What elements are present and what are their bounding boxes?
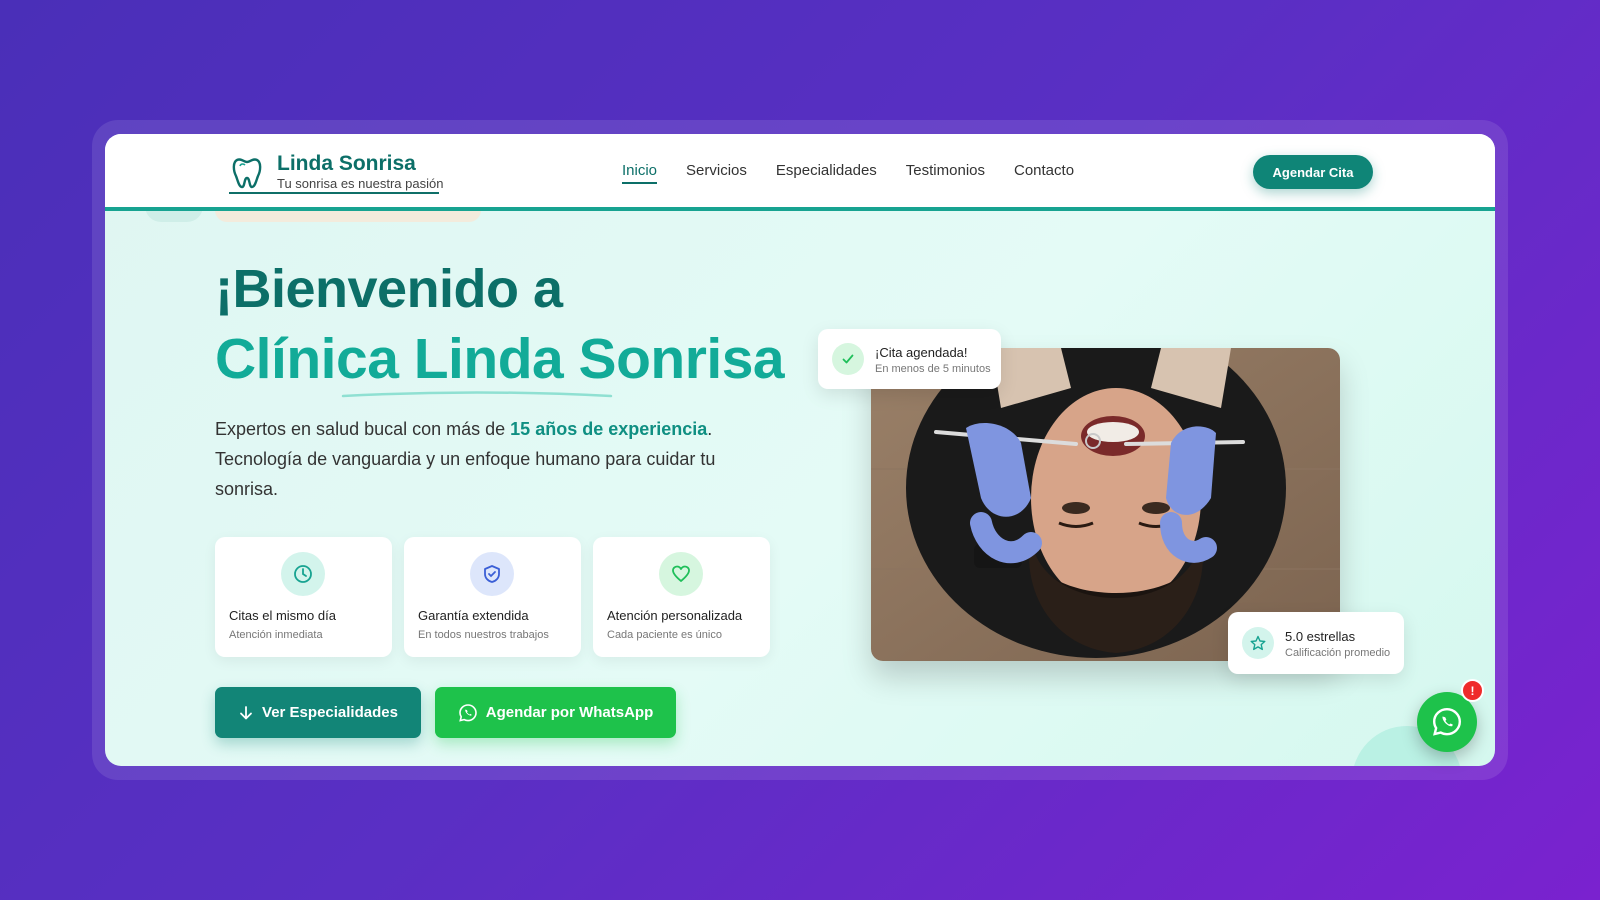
feature-subtitle: Cada paciente es único bbox=[607, 629, 722, 641]
ver-especialidades-button[interactable]: Ver Especialidades bbox=[215, 687, 421, 738]
feature-title: Atención personalizada bbox=[607, 608, 743, 623]
toast-title: ¡Cita agendada! bbox=[875, 345, 968, 360]
nav-item-inicio[interactable]: Inicio bbox=[622, 162, 658, 184]
rating-subtitle: Calificación promedio bbox=[1285, 647, 1391, 659]
nav-item-contacto[interactable]: Contacto bbox=[1014, 162, 1074, 184]
appointment-toast: ¡Cita agendada! En menos de 5 minutos bbox=[818, 329, 1001, 389]
hero-description: Expertos en salud bucal con más de 15 añ… bbox=[215, 414, 735, 504]
feature-subtitle: Atención inmediata bbox=[229, 629, 323, 641]
check-icon bbox=[832, 343, 864, 375]
toast-subtitle: En menos de 5 minutos bbox=[875, 363, 991, 375]
browser-viewport: Linda Sonrisa Tu sonrisa es nuestra pasi… bbox=[105, 134, 1495, 766]
arrow-down-icon bbox=[240, 705, 252, 719]
shield-check-icon bbox=[470, 552, 514, 596]
desc-highlight: 15 años de experiencia bbox=[510, 419, 708, 439]
feature-card-guarantee: Garantía extendida En todos nuestros tra… bbox=[404, 537, 581, 657]
brand-tagline: Tu sonrisa es nuestra pasión bbox=[277, 176, 444, 191]
feature-card-personalized: Atención personalizada Cada paciente es … bbox=[593, 537, 770, 657]
agendar-cita-button[interactable]: Agendar Cita bbox=[1253, 155, 1373, 189]
rating-title: 5.0 estrellas bbox=[1285, 629, 1356, 644]
feature-subtitle: En todos nuestros trabajos bbox=[418, 629, 549, 641]
button-label: Ver Especialidades bbox=[262, 704, 398, 721]
nav-item-testimonios[interactable]: Testimonios bbox=[906, 162, 985, 184]
heart-icon bbox=[659, 552, 703, 596]
heading-underline-decoration bbox=[341, 391, 613, 398]
nav-item-servicios[interactable]: Servicios bbox=[686, 162, 747, 184]
hero-heading-line2: Clínica Linda Sonrisa bbox=[215, 327, 785, 391]
desc-text-1: Expertos en salud bucal con más de bbox=[215, 419, 511, 439]
nav-item-especialidades[interactable]: Especialidades bbox=[776, 162, 877, 184]
brand-name: Linda Sonrisa bbox=[277, 152, 416, 175]
rating-card: 5.0 estrellas Calificación promedio bbox=[1228, 612, 1404, 674]
feature-title: Garantía extendida bbox=[418, 608, 529, 623]
feature-card-same-day: Citas el mismo día Atención inmediata bbox=[215, 537, 392, 657]
agendar-whatsapp-button[interactable]: Agendar por WhatsApp bbox=[435, 687, 676, 738]
whatsapp-icon bbox=[1432, 707, 1462, 736]
whatsapp-icon bbox=[458, 703, 477, 722]
logo[interactable]: Linda Sonrisa Tu sonrisa es nuestra pasi… bbox=[229, 152, 443, 194]
notification-badge: ! bbox=[1461, 679, 1484, 702]
star-icon bbox=[1242, 627, 1274, 659]
feature-title: Citas el mismo día bbox=[229, 608, 336, 623]
main-nav: Inicio Servicios Especialidades Testimon… bbox=[622, 162, 1074, 184]
navbar: Linda Sonrisa Tu sonrisa es nuestra pasi… bbox=[105, 134, 1495, 211]
tooth-icon bbox=[232, 158, 262, 189]
hero-heading-line1: ¡Bienvenido a bbox=[215, 259, 563, 319]
button-label: Agendar por WhatsApp bbox=[485, 704, 654, 721]
clock-icon bbox=[281, 552, 325, 596]
